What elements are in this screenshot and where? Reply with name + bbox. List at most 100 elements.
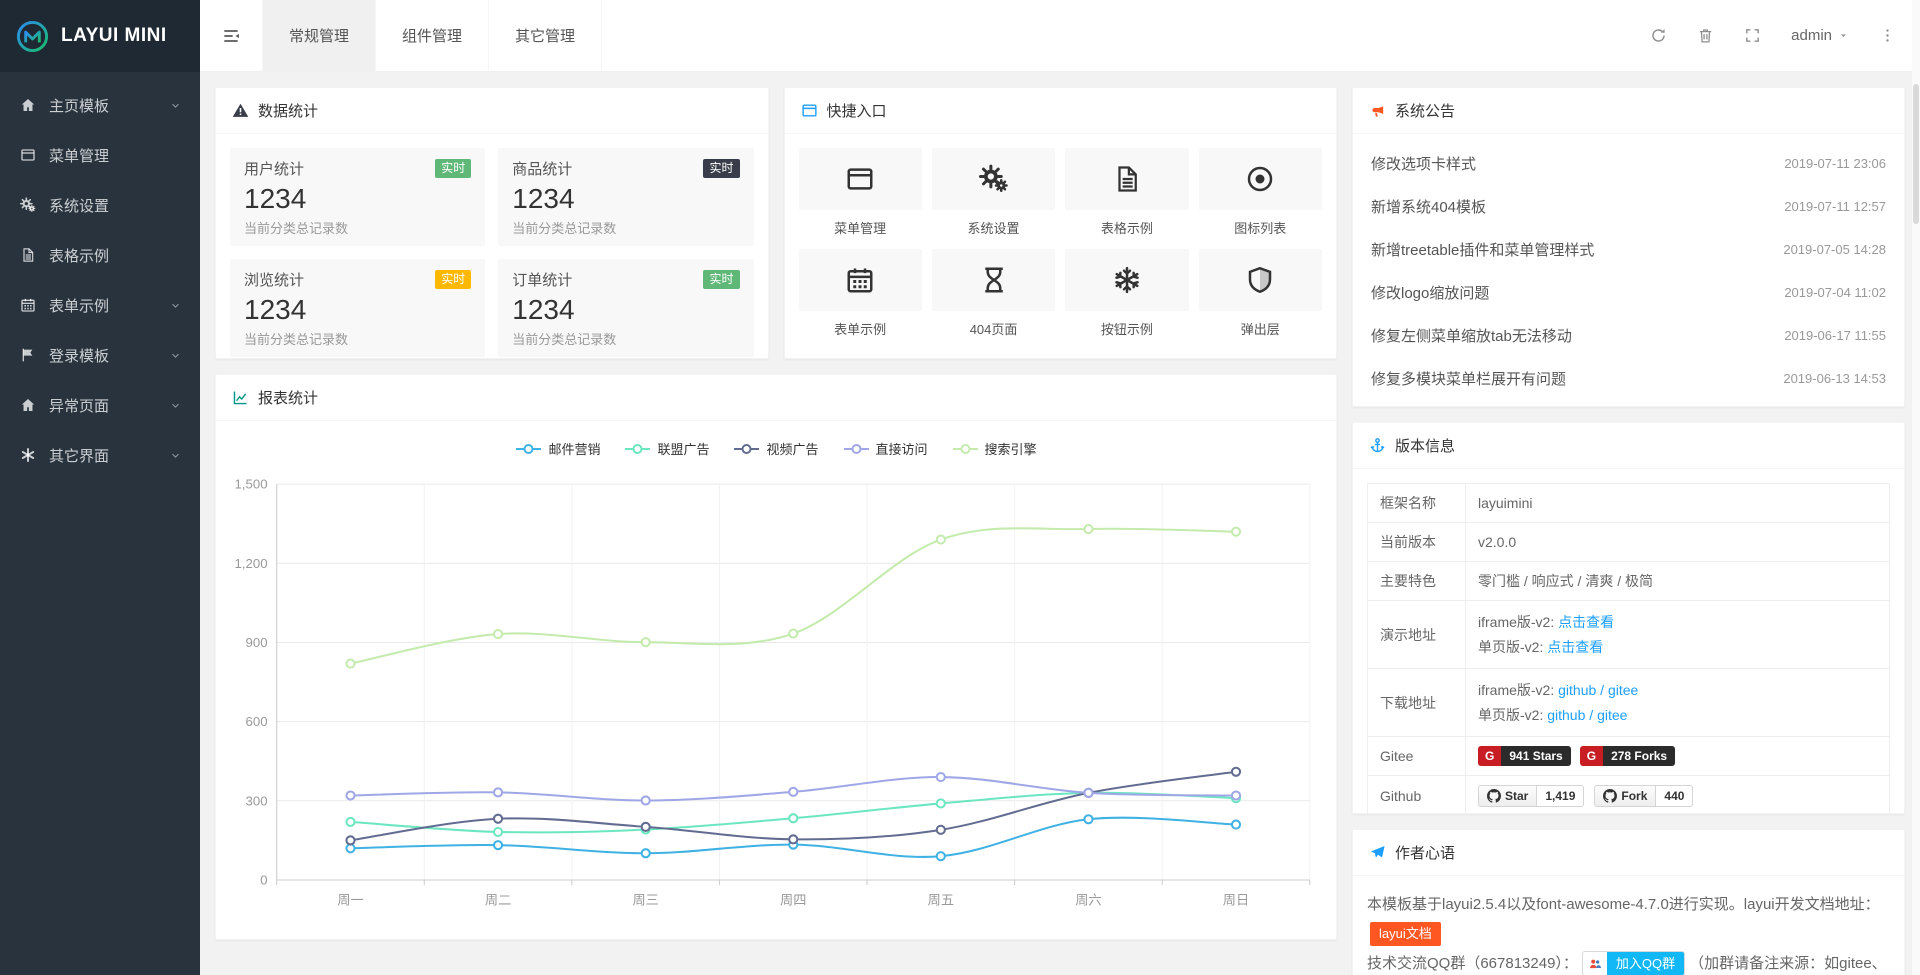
trash-icon[interactable]	[1697, 27, 1714, 44]
gitee-badge[interactable]: G278 Forks	[1580, 746, 1675, 766]
link-点击查看[interactable]: 点击查看	[1547, 639, 1603, 655]
app-logo[interactable]: LAYUI MINI	[0, 0, 200, 72]
notice-text: 修改logo缩放问题	[1371, 282, 1489, 303]
asterisk-icon	[18, 447, 38, 463]
sidebar-item-4[interactable]: 表单示例	[0, 280, 200, 330]
notice-item[interactable]: 新增系统404模板2019-07-11 12:57	[1369, 185, 1888, 228]
github-icon	[1487, 789, 1501, 803]
svg-text:周一: 周一	[337, 892, 363, 907]
quick-entry-6[interactable]: 按钮示例	[1065, 249, 1188, 338]
quick-entry-7[interactable]: 弹出层	[1199, 249, 1322, 338]
version-row: 框架名称layuimini	[1368, 484, 1890, 523]
sidebar-item-2[interactable]: 系统设置	[0, 180, 200, 230]
notice-item[interactable]: 修改logo缩放问题2019-07-04 11:02	[1369, 271, 1888, 314]
version-label: 主要特色	[1368, 562, 1466, 601]
legend-搜索引擎[interactable]: 搜索引擎	[952, 439, 1037, 458]
header: 常规管理 组件管理 其它管理 admin	[200, 0, 1920, 72]
quick-entry-label: 404页面	[932, 319, 1055, 338]
quick-entry-label: 表单示例	[799, 319, 922, 338]
panel-title: 系统公告	[1395, 100, 1455, 121]
scrollbar-thumb[interactable]	[1913, 84, 1919, 224]
version-value: layuimini	[1478, 495, 1532, 511]
report-panel-header: 报表统计	[216, 375, 1336, 421]
notice-item[interactable]: 修改选项卡样式2019-07-11 23:06	[1369, 142, 1888, 185]
legend-直接访问[interactable]: 直接访问	[843, 439, 928, 458]
refresh-icon[interactable]	[1650, 27, 1667, 44]
more-menu-icon[interactable]	[1879, 27, 1896, 44]
join-qq-button[interactable]: 加入QQ群	[1582, 951, 1685, 975]
top-row: 数据统计 用户统计实时1234当前分类总记录数商品统计实时1234当前分类总记录…	[215, 87, 1337, 359]
link-github[interactable]: github	[1547, 707, 1585, 723]
panel-title: 数据统计	[258, 100, 318, 121]
stat-badge: 实时	[703, 159, 739, 179]
dot-circle-icon	[1245, 164, 1275, 194]
sidebar-item-0[interactable]: 主页模板	[0, 80, 200, 130]
gears-icon	[18, 197, 38, 213]
stat-badge: 实时	[703, 270, 739, 290]
quick-entry-5[interactable]: 404页面	[932, 249, 1055, 338]
notice-item[interactable]: 修复多模块菜单栏展开有问题2019-06-13 14:53	[1369, 357, 1888, 400]
svg-text:周四: 周四	[780, 892, 806, 907]
stat-desc: 当前分类总记录数	[244, 218, 471, 237]
content: 数据统计 用户统计实时1234当前分类总记录数商品统计实时1234当前分类总记录…	[200, 72, 1920, 975]
legend-联盟广告[interactable]: 联盟广告	[624, 439, 709, 458]
version-row: GiteeG941 StarsG278 Forks	[1368, 737, 1890, 776]
user-menu[interactable]: admin	[1791, 27, 1849, 44]
sidebar-item-7[interactable]: 其它界面	[0, 430, 200, 480]
chart-area: 03006009001,2001,500周一周二周三周四周五周六周日	[216, 464, 1336, 914]
sidebar-item-label: 其它界面	[49, 445, 169, 466]
tab-1[interactable]: 组件管理	[376, 0, 489, 71]
legend-邮件营销[interactable]: 邮件营销	[515, 439, 600, 458]
stat-desc: 当前分类总记录数	[512, 218, 739, 237]
quick-grid: 菜单管理系统设置表格示例图标列表表单示例 404页面按钮示例弹出层	[785, 134, 1337, 352]
flag-icon	[18, 347, 38, 363]
layui-doc-badge[interactable]: layui文档	[1370, 922, 1441, 946]
author-panel-header: 作者心语	[1353, 830, 1904, 876]
stat-badge: 实时	[435, 159, 471, 179]
stat-title: 用户统计	[244, 158, 304, 179]
github-star-button[interactable]: Star1,419	[1478, 785, 1584, 807]
chevron-down-icon	[169, 99, 182, 112]
link-gitee[interactable]: gitee	[1597, 707, 1627, 723]
notice-item[interactable]: 新增treetable插件和菜单管理样式2019-07-05 14:28	[1369, 228, 1888, 271]
stat-value: 1234	[244, 294, 471, 326]
tab-label: 组件管理	[402, 25, 462, 46]
notice-panel: 系统公告 修改选项卡样式2019-07-11 23:06新增系统404模板201…	[1352, 87, 1905, 407]
sidebar-item-1[interactable]: 菜单管理	[0, 130, 200, 180]
notice-item[interactable]: 修复左侧菜单缩放tab无法移动2019-06-17 11:55	[1369, 314, 1888, 357]
svg-text:900: 900	[246, 635, 268, 650]
chevron-down-icon	[169, 349, 182, 362]
line-prefix: iframe版-v2:	[1478, 682, 1554, 698]
link-gitee[interactable]: gitee	[1608, 682, 1638, 698]
quick-entry-0[interactable]: 菜单管理	[799, 148, 922, 237]
legend-label: 联盟广告	[657, 439, 709, 458]
sidebar-item-6[interactable]: 异常页面	[0, 380, 200, 430]
quick-entry-1[interactable]: 系统设置	[932, 148, 1055, 237]
page-scrollbar[interactable]	[1912, 0, 1920, 975]
link-github[interactable]: github	[1558, 682, 1596, 698]
stat-card: 商品统计实时1234当前分类总记录数	[498, 148, 753, 246]
sidebar-item-label: 系统设置	[49, 195, 182, 216]
tab-0[interactable]: 常规管理	[262, 0, 376, 71]
stats-grid: 用户统计实时1234当前分类总记录数商品统计实时1234当前分类总记录数浏览统计…	[216, 134, 768, 359]
github-fork-button[interactable]: Fork440	[1594, 785, 1693, 807]
tab-2[interactable]: 其它管理	[489, 0, 602, 71]
link-点击查看[interactable]: 点击查看	[1558, 614, 1614, 630]
sidebar-item-5[interactable]: 登录模板	[0, 330, 200, 380]
version-line: iframe版-v2: github / gitee	[1478, 678, 1877, 703]
fullscreen-icon[interactable]	[1744, 27, 1761, 44]
legend-视频广告[interactable]: 视频广告	[733, 439, 818, 458]
quick-entry-3[interactable]: 图标列表	[1199, 148, 1322, 237]
sidebar-item-label: 异常页面	[49, 395, 169, 416]
window-icon	[845, 164, 875, 194]
left-column: 数据统计 用户统计实时1234当前分类总记录数商品统计实时1234当前分类总记录…	[215, 87, 1337, 960]
gitee-badge-text: 941 Stars	[1501, 746, 1570, 766]
quick-entry-label: 系统设置	[932, 218, 1055, 237]
version-row: GithubStar1,419Fork440	[1368, 776, 1890, 815]
qq-icon	[1583, 955, 1607, 973]
sidebar-item-3[interactable]: 表格示例	[0, 230, 200, 280]
gitee-badge[interactable]: G941 Stars	[1478, 746, 1571, 766]
quick-entry-4[interactable]: 表单示例	[799, 249, 922, 338]
quick-entry-2[interactable]: 表格示例	[1065, 148, 1188, 237]
menu-toggle-icon[interactable]	[200, 0, 262, 71]
